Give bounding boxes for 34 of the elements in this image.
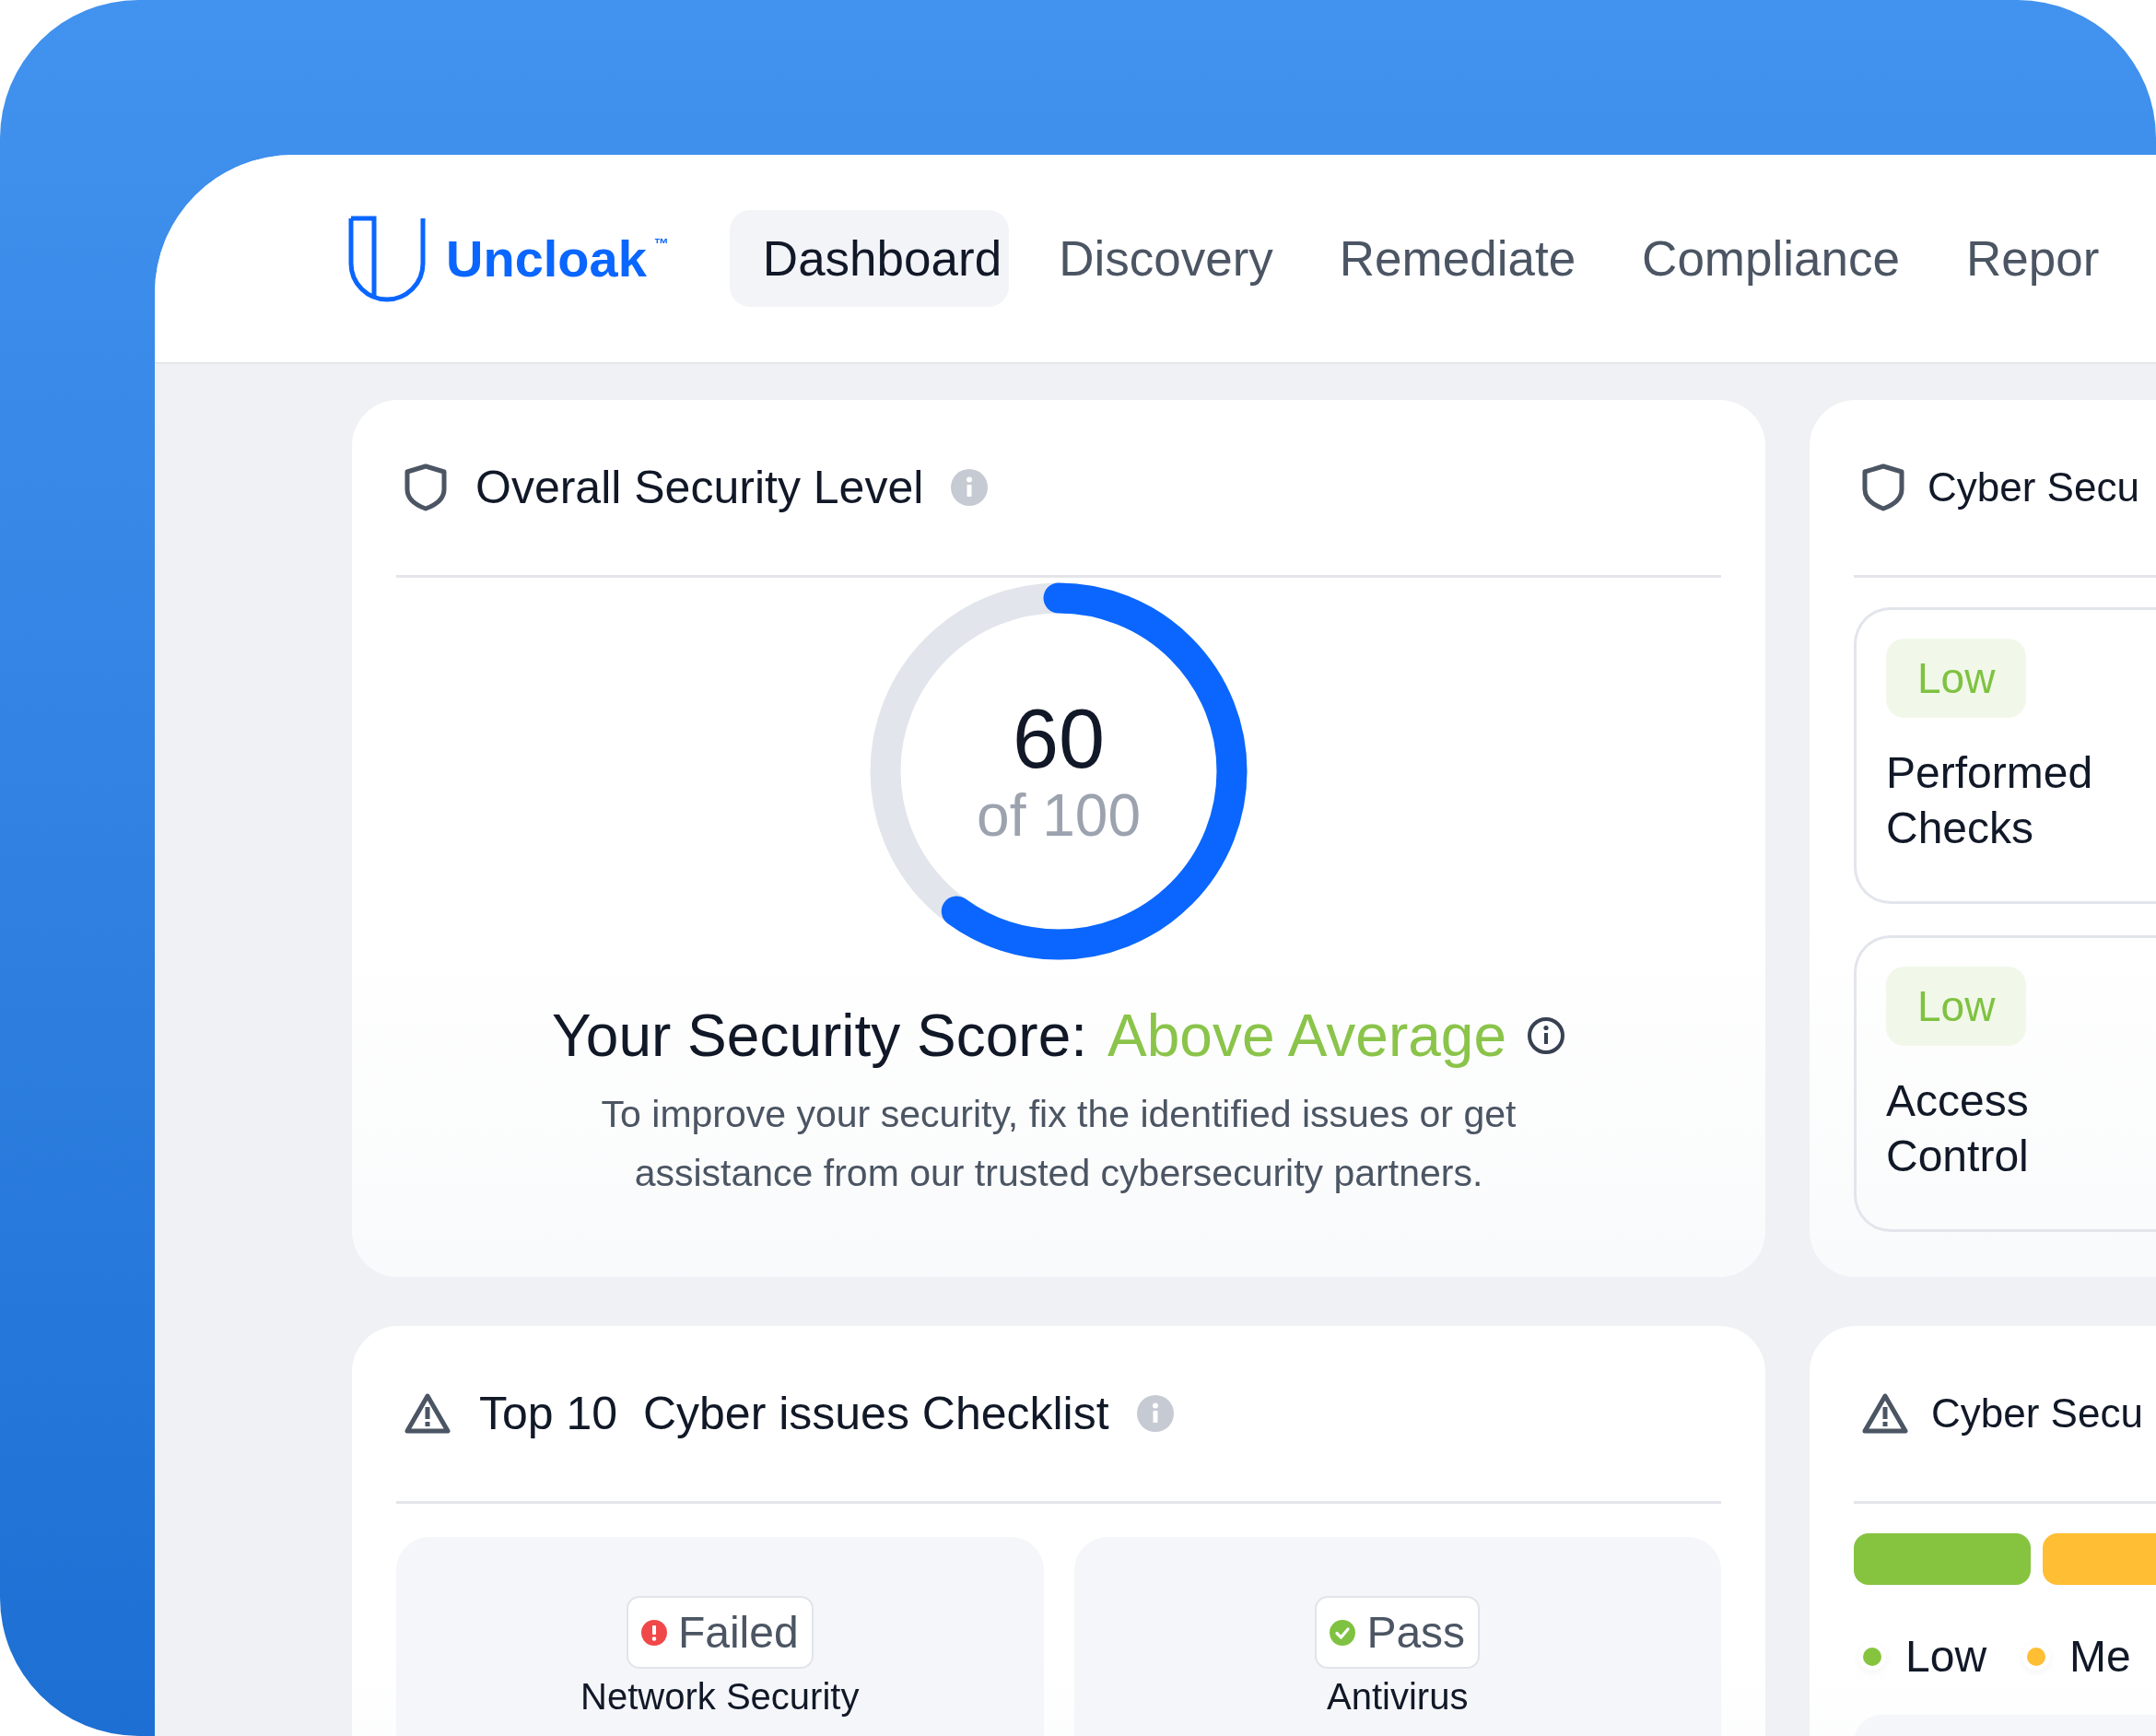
checklist-label: Network Security — [580, 1676, 860, 1718]
info-icon[interactable] — [1527, 1016, 1565, 1055]
legend-label: Me — [2069, 1631, 2131, 1682]
legend-label: Low — [1905, 1631, 1987, 1682]
nav-tab[interactable]: Dashboard — [729, 210, 1010, 307]
nav-tab[interactable]: Discovery — [1042, 210, 1290, 307]
status-text: Pass — [1366, 1607, 1466, 1658]
warning-icon — [404, 1392, 451, 1435]
score-value: 60 — [1012, 698, 1106, 780]
card-title: Top 10 Cyber issues Checklist — [479, 1387, 1109, 1440]
card-title: Cyber Secu — [1931, 1390, 2143, 1437]
logo-icon — [348, 215, 426, 302]
card-title: Cyber Secu — [1928, 464, 2139, 510]
check-icon — [1330, 1619, 1356, 1646]
trademark: ™ — [653, 235, 669, 252]
risk-label: Performed Checks — [1886, 747, 2094, 854]
status-text: Failed — [677, 1607, 799, 1658]
checklist-label: Antivirus — [1327, 1676, 1469, 1718]
score-rating: Above Average — [1107, 1002, 1506, 1070]
risk-badge: Low — [1886, 967, 2027, 1046]
card-title: Overall Security Level — [475, 461, 924, 514]
nav-tab[interactable]: Remediate — [1322, 210, 1593, 307]
shield-icon — [404, 463, 448, 511]
risk-badge: Low — [1886, 639, 2027, 718]
risk-label: Access Control — [1886, 1075, 2030, 1182]
warning-icon — [1861, 1392, 1909, 1435]
alert-icon — [640, 1619, 667, 1646]
brand-name: Uncloak — [446, 229, 647, 288]
score-description: To improve your security, fix the identified issues or get assistance from our trusted cybersecurity partners. — [600, 1092, 1517, 1196]
score-label: Your Security Score: — [552, 1002, 1088, 1070]
shield-icon — [1861, 463, 1905, 511]
nav-tab[interactable]: Repor — [1949, 210, 2116, 307]
nav-tab[interactable]: Compliance — [1625, 210, 1916, 307]
score-max: of 100 — [977, 786, 1141, 845]
